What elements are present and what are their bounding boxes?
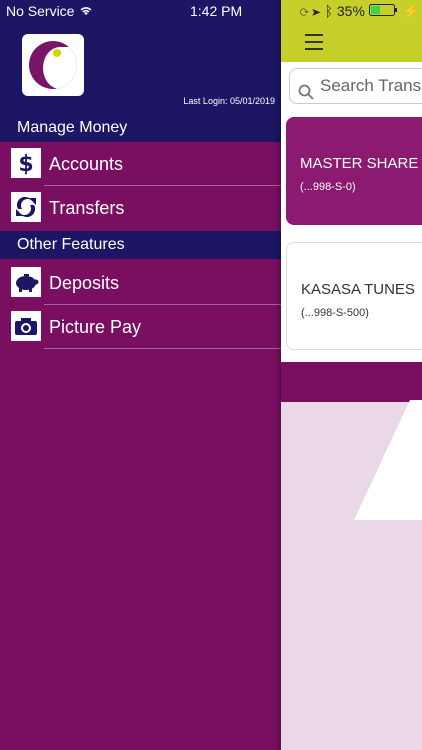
side-menu: Last Login: 05/01/2019 Manage Money $ Ac… (0, 0, 283, 750)
battery-percent: 35% (336, 3, 365, 19)
section-title: Manage Money (17, 119, 128, 136)
svg-text:$: $ (18, 152, 33, 175)
status-bar: No Service 1:42 PM ⟳ ➤ ᛒ 35% ⚡ (0, 0, 422, 22)
location-icon: ➤ (312, 3, 321, 19)
battery-icon (368, 3, 403, 19)
search-area: Search Transactions (281, 62, 422, 110)
menu-item-label: Deposits (49, 273, 120, 293)
status-icons: ⟳ ➤ ᛒ 35% ⚡ (300, 3, 420, 20)
dollar-icon: $ (11, 148, 41, 178)
section-title: Other Features (17, 236, 125, 253)
section-other-features: Other Features (0, 231, 283, 259)
account-number: (...998-S-500) (301, 307, 369, 319)
last-login-text: Last Login: 05/01/2019 (183, 96, 275, 106)
menu-item-transfers[interactable]: Transfers (0, 186, 283, 230)
transfer-icon (11, 192, 41, 222)
account-card[interactable]: KASASA TUNES (...998-S-500) (286, 242, 422, 350)
menu-item-picture-pay[interactable]: Picture Pay (0, 305, 283, 349)
menu-item-label: Accounts (49, 154, 124, 174)
menu-item-label: Transfers (49, 198, 125, 218)
menu-item-deposits[interactable]: Deposits (0, 261, 283, 305)
menu-item-label: Picture Pay (49, 317, 142, 337)
rotation-lock-icon: ⟳ (300, 3, 309, 19)
account-name: KASASA TUNES (301, 281, 415, 298)
divider-band (281, 362, 422, 402)
piggy-bank-icon (11, 267, 41, 297)
bluetooth-icon: ᛒ (324, 3, 333, 19)
background-decoration (354, 400, 422, 520)
account-name: MASTER SHARE (300, 155, 419, 172)
camera-icon (11, 311, 41, 341)
wifi-icon (79, 3, 93, 19)
account-card[interactable]: MASTER SHARE (...998-S-0) (286, 117, 422, 225)
account-number: (...998-S-0) (300, 181, 356, 193)
app-logo (22, 34, 84, 96)
hamburger-menu-icon[interactable] (305, 34, 323, 50)
clock: 1:42 PM (190, 3, 243, 19)
search-icon (298, 78, 314, 100)
accounts-list: MASTER SHARE (...998-S-0) KASASA TUNES (… (281, 110, 422, 400)
search-input[interactable]: Search Transactions (289, 68, 422, 104)
carrier-label: No Service (6, 3, 93, 19)
charging-icon: ⚡ (402, 3, 421, 19)
search-placeholder: Search Transactions (320, 76, 422, 95)
section-manage-money: Manage Money (0, 114, 283, 142)
menu-item-accounts[interactable]: $ Accounts (0, 142, 283, 186)
main-content-panel[interactable]: Search Transactions MASTER SHARE (...998… (281, 0, 422, 750)
